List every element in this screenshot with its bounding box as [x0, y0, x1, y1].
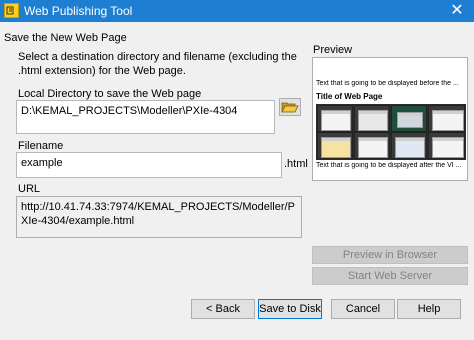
preview-text-after: Text that is going to be displayed after… — [316, 162, 462, 169]
window-title: Web Publishing Tool — [24, 4, 133, 18]
preview-panel: Text that is going to be displayed befor… — [312, 57, 468, 181]
save-to-disk-button[interactable]: Save to Disk — [258, 299, 322, 319]
section-title: Save the New Web Page — [4, 32, 127, 44]
cancel-button[interactable]: Cancel — [331, 299, 395, 319]
filename-input[interactable]: example — [16, 152, 282, 178]
browse-button[interactable] — [279, 98, 301, 116]
folder-open-icon — [281, 102, 299, 113]
instructions-text: Select a destination directory and filen… — [18, 51, 297, 77]
url-field: http://10.41.74.33:7974/KEMAL_PROJECTS/M… — [16, 196, 302, 238]
preview-label: Preview — [313, 44, 353, 56]
filename-suffix: .html — [284, 158, 308, 170]
url-label: URL — [18, 183, 41, 195]
local-dir-label: Local Directory to save the Web page — [18, 88, 202, 100]
filename-label: Filename — [18, 140, 64, 152]
help-button[interactable]: Help — [397, 299, 461, 319]
preview-in-browser-button[interactable]: Preview in Browser — [312, 246, 468, 264]
labview-app-icon — [4, 3, 19, 18]
back-button[interactable]: < Back — [191, 299, 255, 319]
preview-vi-screenshot — [316, 104, 466, 160]
local-dir-input[interactable]: D:\KEMAL_PROJECTS\Modeller\PXIe-4304 — [16, 100, 275, 134]
preview-page-title: Title of Web Page — [316, 92, 383, 101]
close-button[interactable]: ✕ — [440, 0, 474, 22]
preview-text-before: Text that is going to be displayed befor… — [316, 80, 459, 87]
start-web-server-button[interactable]: Start Web Server — [312, 267, 468, 285]
